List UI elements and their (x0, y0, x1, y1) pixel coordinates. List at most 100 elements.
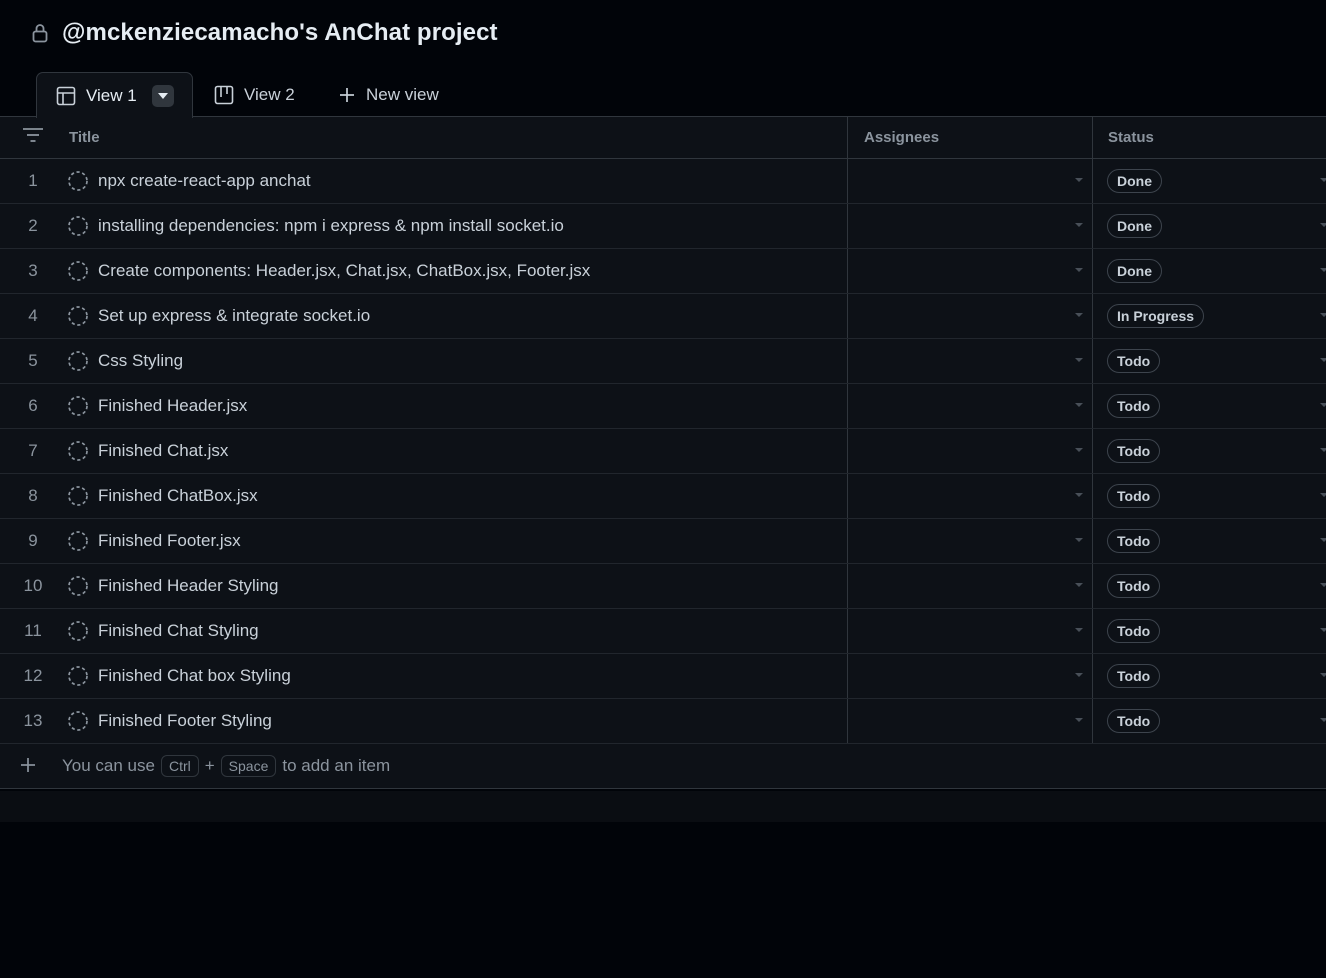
chevron-down-icon[interactable] (1320, 358, 1326, 362)
status-cell[interactable]: Todo (1093, 384, 1326, 428)
table-row[interactable]: 4 Set up express & integrate socket.io In … (0, 294, 1326, 339)
item-title[interactable]: Finished Chat.jsx (98, 441, 228, 461)
title-cell[interactable]: Set up express & integrate socket.io (66, 294, 848, 338)
status-cell[interactable]: Done (1093, 249, 1326, 293)
title-cell[interactable]: Finished Footer Styling (66, 699, 848, 743)
assignees-cell[interactable] (848, 474, 1093, 518)
title-cell[interactable]: Create components: Header.jsx, Chat.jsx,… (66, 249, 848, 293)
chevron-down-icon[interactable] (1320, 583, 1326, 587)
column-header-title[interactable]: Title (66, 117, 848, 158)
chevron-down-icon[interactable] (1320, 223, 1326, 227)
item-title[interactable]: Finished Footer.jsx (98, 531, 241, 551)
status-cell[interactable]: Todo (1093, 339, 1326, 383)
assignees-cell[interactable] (848, 294, 1093, 338)
add-item-plus-icon[interactable] (19, 756, 37, 779)
assignees-cell[interactable] (848, 654, 1093, 698)
chevron-down-icon[interactable] (1320, 268, 1326, 272)
title-cell[interactable]: Finished Footer.jsx (66, 519, 848, 563)
chevron-down-icon[interactable] (1075, 718, 1083, 722)
item-title[interactable]: Finished Header Styling (98, 576, 278, 596)
assignees-cell[interactable] (848, 699, 1093, 743)
assignees-cell[interactable] (848, 609, 1093, 653)
item-title[interactable]: Set up express & integrate socket.io (98, 306, 370, 326)
title-cell[interactable]: npx create-react-app anchat (66, 159, 848, 203)
chevron-down-icon[interactable] (1075, 268, 1083, 272)
chevron-down-icon[interactable] (1075, 403, 1083, 407)
chevron-down-icon[interactable] (1075, 673, 1083, 677)
assignees-cell[interactable] (848, 339, 1093, 383)
column-header-assignees[interactable]: Assignees (848, 117, 1093, 158)
status-cell[interactable]: Todo (1093, 474, 1326, 518)
chevron-down-icon[interactable] (1320, 628, 1326, 632)
chevron-down-icon[interactable] (1320, 673, 1326, 677)
table-row[interactable]: 8 Finished ChatBox.jsx Todo (0, 474, 1326, 519)
assignees-cell[interactable] (848, 429, 1093, 473)
status-cell[interactable]: Todo (1093, 429, 1326, 473)
chevron-down-icon[interactable] (1075, 358, 1083, 362)
tab-view-2[interactable]: View 2 (214, 72, 295, 117)
assignees-cell[interactable] (848, 564, 1093, 608)
chevron-down-icon[interactable] (1075, 493, 1083, 497)
item-title[interactable]: npx create-react-app anchat (98, 171, 311, 191)
title-cell[interactable]: Finished Chat Styling (66, 609, 848, 653)
item-title[interactable]: Finished Chat Styling (98, 621, 259, 641)
chevron-down-icon[interactable] (1320, 448, 1326, 452)
assignees-cell[interactable] (848, 204, 1093, 248)
status-cell[interactable]: In Progress (1093, 294, 1326, 338)
status-cell[interactable]: Todo (1093, 519, 1326, 563)
title-cell[interactable]: Finished Chat.jsx (66, 429, 848, 473)
table-row[interactable]: 2 installing dependencies: npm i express … (0, 204, 1326, 249)
table-row[interactable]: 12 Finished Chat box Styling Todo (0, 654, 1326, 699)
chevron-down-icon[interactable] (1320, 403, 1326, 407)
chevron-down-icon[interactable] (1320, 313, 1326, 317)
column-header-status[interactable]: Status (1093, 117, 1326, 158)
title-cell[interactable]: Finished Header Styling (66, 564, 848, 608)
chevron-down-icon[interactable] (1320, 538, 1326, 542)
item-title[interactable]: Css Styling (98, 351, 183, 371)
new-view-button[interactable]: New view (338, 72, 439, 117)
assignees-cell[interactable] (848, 519, 1093, 563)
item-title[interactable]: Finished ChatBox.jsx (98, 486, 258, 506)
chevron-down-icon[interactable] (1075, 583, 1083, 587)
chevron-down-icon[interactable] (1075, 538, 1083, 542)
status-cell[interactable]: Todo (1093, 699, 1326, 743)
status-cell[interactable]: Done (1093, 204, 1326, 248)
chevron-down-icon[interactable] (1075, 628, 1083, 632)
title-cell[interactable]: installing dependencies: npm i express &… (66, 204, 848, 248)
table-row[interactable]: 6 Finished Header.jsx Todo (0, 384, 1326, 429)
title-cell[interactable]: Finished Chat box Styling (66, 654, 848, 698)
add-item-row[interactable]: You can use Ctrl + Space to add an item (0, 744, 1326, 789)
chevron-down-icon[interactable] (1075, 178, 1083, 182)
item-title[interactable]: Finished Header.jsx (98, 396, 247, 416)
title-cell[interactable]: Finished ChatBox.jsx (66, 474, 848, 518)
assignees-cell[interactable] (848, 384, 1093, 428)
status-cell[interactable]: Done (1093, 159, 1326, 203)
table-row[interactable]: 7 Finished Chat.jsx Todo (0, 429, 1326, 474)
item-title[interactable]: Create components: Header.jsx, Chat.jsx,… (98, 261, 590, 281)
filter-button[interactable] (0, 117, 66, 158)
assignees-cell[interactable] (848, 249, 1093, 293)
table-row[interactable]: 9 Finished Footer.jsx Todo (0, 519, 1326, 564)
status-cell[interactable]: Todo (1093, 654, 1326, 698)
item-title[interactable]: Finished Chat box Styling (98, 666, 291, 686)
chevron-down-icon[interactable] (1320, 493, 1326, 497)
chevron-down-icon[interactable] (1320, 718, 1326, 722)
table-row[interactable]: 5 Css Styling Todo (0, 339, 1326, 384)
tab-view-1[interactable]: View 1 (36, 72, 193, 118)
table-row[interactable]: 1 npx create-react-app anchat Done (0, 159, 1326, 204)
table-row[interactable]: 3 Create components: Header.jsx, Chat.jsx… (0, 249, 1326, 294)
item-title[interactable]: Finished Footer Styling (98, 711, 272, 731)
chevron-down-icon[interactable] (1075, 223, 1083, 227)
view-options-button[interactable] (151, 84, 174, 107)
title-cell[interactable]: Css Styling (66, 339, 848, 383)
chevron-down-icon[interactable] (1075, 448, 1083, 452)
title-cell[interactable]: Finished Header.jsx (66, 384, 848, 428)
item-title[interactable]: installing dependencies: npm i express &… (98, 216, 564, 236)
table-row[interactable]: 13 Finished Footer Styling Todo (0, 699, 1326, 744)
status-cell[interactable]: Todo (1093, 609, 1326, 653)
table-row[interactable]: 10 Finished Header Styling Todo (0, 564, 1326, 609)
assignees-cell[interactable] (848, 159, 1093, 203)
chevron-down-icon[interactable] (1075, 313, 1083, 317)
status-cell[interactable]: Todo (1093, 564, 1326, 608)
table-row[interactable]: 11 Finished Chat Styling Todo (0, 609, 1326, 654)
